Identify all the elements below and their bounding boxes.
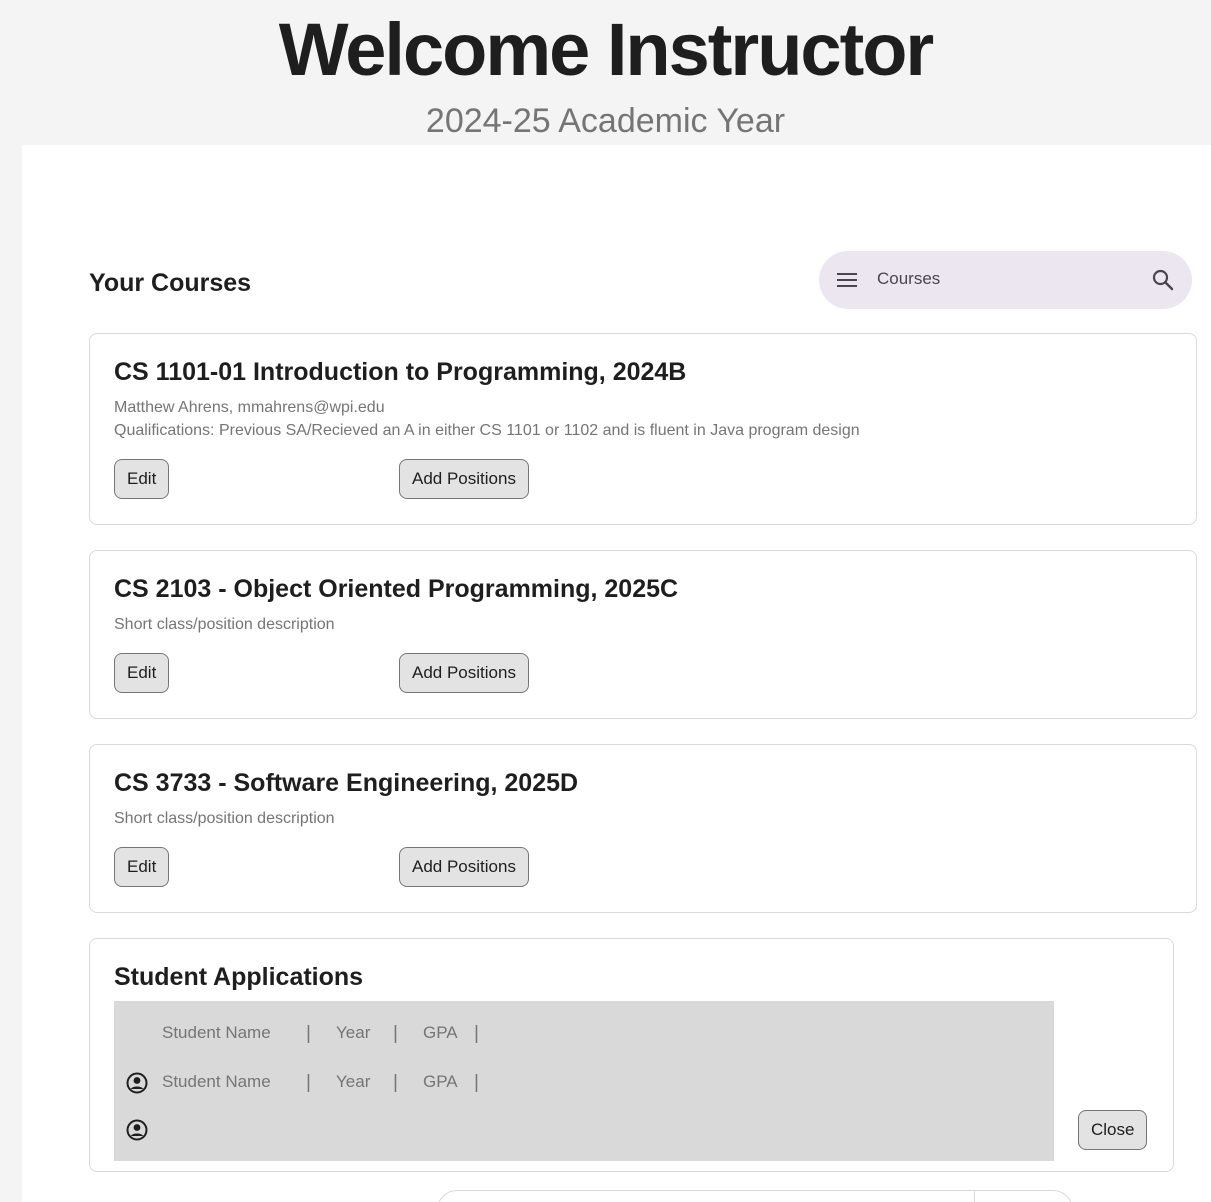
table-row[interactable]: Student Name | Year | GPA | [114, 1068, 1054, 1098]
course-card: CS 1101-01 Introduction to Programming, … [89, 333, 1197, 525]
search-input[interactable]: Courses [877, 269, 940, 289]
bottom-bar-divider [974, 1191, 975, 1202]
course-description: Short class/position description [114, 810, 335, 827]
page-title: Welcome Instructor [278, 8, 934, 91]
edit-course-button[interactable]: Edit [114, 847, 170, 887]
add-positions-button[interactable]: Add Positions [399, 653, 529, 693]
page-subtitle: 2024-25 Academic Year [425, 102, 786, 140]
column-header-year: Year [336, 1023, 371, 1042]
course-card: CS 2103 - Object Oriented Programming, 2… [89, 550, 1197, 719]
courses-section-title: Your Courses [89, 269, 252, 297]
column-separator: | [306, 1072, 311, 1093]
table-row[interactable] [114, 1115, 1054, 1145]
course-title: CS 3733 - Software Engineering, 2025D [114, 769, 579, 797]
edit-course-button[interactable]: Edit [114, 653, 170, 693]
account-circle-icon [126, 1119, 148, 1141]
course-description: Short class/position description [114, 616, 335, 633]
column-separator: | [474, 1072, 479, 1093]
menu-icon[interactable] [837, 271, 857, 289]
column-header-gpa: GPA [423, 1023, 458, 1042]
page: Welcome Instructor 2024-25 Academic Year… [0, 0, 1211, 1202]
course-search-bar[interactable]: Courses [819, 251, 1192, 309]
add-positions-button[interactable]: Add Positions [399, 847, 529, 887]
course-qualifications: Qualifications: Previous SA/Recieved an … [114, 422, 860, 439]
course-card: CS 3733 - Software Engineering, 2025D Sh… [89, 744, 1197, 913]
course-instructor: Matthew Ahrens, mmahrens@wpi.edu [114, 399, 385, 416]
table-header-row: Student Name | Year | GPA | [114, 1019, 1054, 1049]
page-header: Welcome Instructor 2024-25 Academic Year [0, 0, 1211, 145]
year-cell: Year [336, 1072, 371, 1091]
edit-course-button[interactable]: Edit [114, 459, 170, 499]
student-name-cell: Student Name [162, 1072, 271, 1091]
gpa-cell: GPA [423, 1072, 458, 1091]
applications-title: Student Applications [114, 963, 364, 991]
column-header-student-name: Student Name [162, 1023, 271, 1042]
main-content: Your Courses Courses CS 1101-01 Introduc… [22, 145, 1211, 1202]
close-button[interactable]: Close [1078, 1110, 1148, 1150]
account-circle-icon [126, 1072, 148, 1094]
bottom-input-bar[interactable] [437, 1190, 1073, 1202]
column-separator: | [393, 1072, 398, 1093]
search-icon[interactable] [1152, 269, 1174, 291]
column-separator: | [306, 1023, 311, 1044]
column-separator: | [474, 1023, 479, 1044]
student-applications-panel: Student Applications Student Name | Year… [89, 938, 1174, 1172]
course-title: CS 2103 - Object Oriented Programming, 2… [114, 575, 679, 603]
add-positions-button[interactable]: Add Positions [399, 459, 529, 499]
column-separator: | [393, 1023, 398, 1044]
applications-table: Student Name | Year | GPA | Student Name… [114, 1001, 1054, 1161]
course-title: CS 1101-01 Introduction to Programming, … [114, 358, 687, 386]
